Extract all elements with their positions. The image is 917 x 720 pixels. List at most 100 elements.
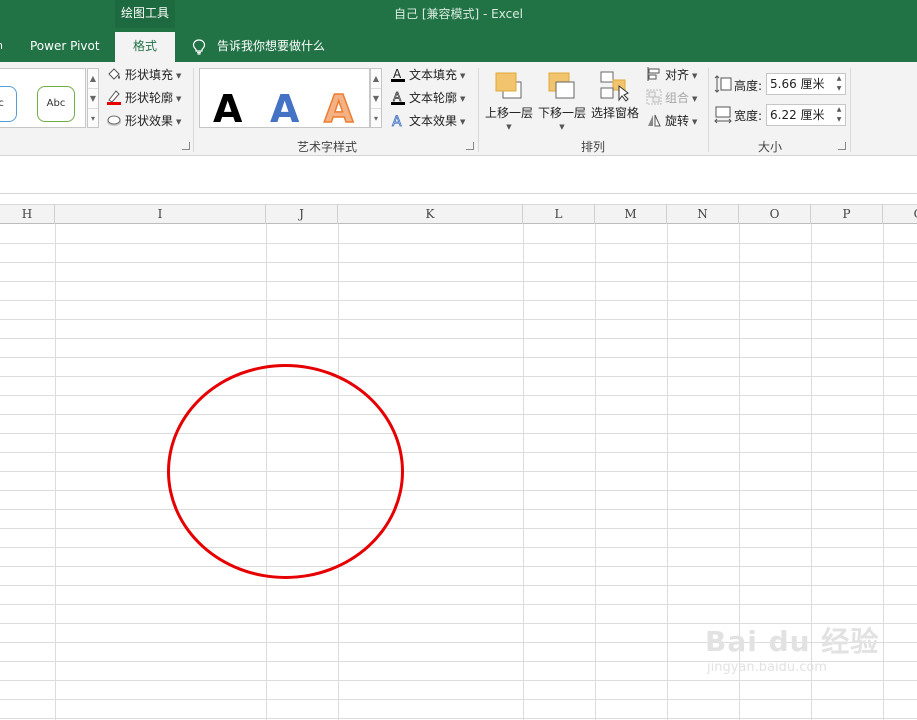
gallery-up-icon[interactable]: ▲	[371, 69, 381, 89]
row-gridline	[0, 680, 917, 681]
group-label: 组合	[665, 91, 690, 105]
selection-pane-button[interactable]: 选择窗格	[590, 70, 640, 121]
shape-style-sample-green[interactable]: Abc	[37, 86, 75, 122]
selection-pane-icon	[599, 70, 631, 102]
text-outline-icon: A	[390, 89, 406, 105]
row-gridline	[0, 452, 917, 453]
width-input[interactable]: 6.22 厘米 ▲ ▼	[766, 104, 846, 126]
send-backward-button[interactable]: 下移一层 ▼	[537, 70, 587, 131]
dropdown-arrow-icon: ▼	[692, 95, 698, 103]
column-header-j[interactable]: J	[266, 205, 338, 224]
dropdown-arrow-icon: ▼	[176, 118, 182, 126]
height-input[interactable]: 5.66 厘米 ▲ ▼	[766, 73, 846, 95]
width-label: 宽度:	[734, 109, 763, 123]
column-gridline	[667, 224, 668, 720]
text-fill-button[interactable]: A 文本填充 ▼	[390, 65, 465, 85]
shape-style-sample-blue[interactable]: bc	[0, 86, 17, 122]
shape-fill-button[interactable]: 形状填充 ▼	[106, 65, 181, 85]
column-header-m[interactable]: M	[595, 205, 667, 224]
ribbon-tab-row: h Power Pivot 格式 告诉我你想要做什么	[0, 32, 917, 62]
arrange-group-label: 排列	[580, 140, 605, 154]
gallery-more-icon[interactable]: ▾	[88, 109, 98, 129]
column-gridline	[523, 224, 524, 720]
text-outline-button[interactable]: A 文本轮廓 ▼	[390, 88, 465, 108]
bring-forward-button[interactable]: 上移一层 ▼	[484, 70, 534, 131]
row-gridline	[0, 718, 917, 719]
group-separator	[850, 68, 851, 152]
row-gridline	[0, 471, 917, 472]
group-separator	[478, 68, 479, 152]
width-spinner[interactable]: ▲ ▼	[833, 105, 845, 125]
align-button[interactable]: 对齐 ▼	[646, 65, 697, 85]
width-value: 6.22 厘米	[770, 108, 825, 122]
text-effects-label: 文本效果	[409, 114, 458, 128]
column-header-k[interactable]: K	[338, 205, 523, 224]
shape-styles-gallery[interactable]: bc Abc	[0, 68, 86, 128]
dropdown-arrow-icon: ▼	[176, 95, 182, 103]
send-backward-label: 下移一层	[537, 106, 586, 120]
shape-styles-dialog-launcher-icon[interactable]	[182, 142, 190, 150]
column-header-o[interactable]: O	[739, 205, 811, 224]
column-header-n[interactable]: N	[667, 205, 739, 224]
rotate-icon	[646, 112, 662, 128]
size-dialog-launcher-icon[interactable]	[838, 142, 846, 150]
dropdown-arrow-icon: ▼	[176, 72, 182, 80]
column-gridline	[595, 224, 596, 720]
gallery-more-icon[interactable]: ▾	[371, 109, 381, 129]
dropdown-arrow-icon: ▼	[460, 118, 466, 126]
window-title: 自己 [兼容模式] - Excel	[394, 7, 523, 21]
dropdown-arrow-icon: ▼	[559, 123, 565, 131]
rotate-button[interactable]: 旋转 ▼	[646, 111, 697, 131]
group-separator	[193, 68, 194, 152]
group-button[interactable]: 组合 ▼	[646, 88, 697, 108]
gallery-down-icon[interactable]: ▼	[88, 89, 98, 109]
lightbulb-icon	[192, 39, 206, 55]
tab-power-pivot[interactable]: Power Pivot	[30, 32, 100, 62]
column-gridline	[883, 224, 884, 720]
watermark-url: jingyan.baidu.com	[707, 660, 827, 675]
row-gridline	[0, 509, 917, 510]
tab-format[interactable]: 格式	[115, 32, 175, 62]
wordart-orange-sample[interactable]: A	[323, 86, 354, 132]
height-label: 高度:	[734, 79, 763, 93]
ribbon-format: bc Abc ▲ ▼ ▾ 形状填充▼ 形状轮廓▼ 形状效果▼ A A A ▲ ▼…	[0, 62, 917, 156]
tell-me-search[interactable]: 告诉我你想要做什么	[192, 32, 325, 62]
wordart-black-sample[interactable]: A	[213, 87, 242, 131]
svg-text:A: A	[393, 90, 402, 104]
pen-outline-icon	[106, 89, 122, 105]
wordart-gallery[interactable]: A A A	[199, 68, 370, 132]
shape-effects-label: 形状效果	[125, 114, 174, 128]
wordart-blue-sample[interactable]: A	[270, 87, 299, 131]
formula-bar[interactable]	[0, 156, 917, 194]
group-objects-icon	[646, 89, 662, 105]
row-gridline	[0, 699, 917, 700]
text-outline-label: 文本轮廓	[409, 91, 458, 105]
send-backward-icon	[546, 70, 578, 102]
row-gridline	[0, 604, 917, 605]
column-header-q[interactable]: Q	[883, 205, 917, 224]
height-spinner[interactable]: ▲ ▼	[833, 74, 845, 94]
column-header-i[interactable]: I	[55, 205, 266, 224]
wordart-dialog-launcher-icon[interactable]	[466, 142, 474, 150]
shape-styles-gallery-scroll[interactable]: ▲ ▼ ▾	[87, 68, 99, 128]
shape-outline-button[interactable]: 形状轮廓 ▼	[106, 88, 181, 108]
selection-pane-label: 选择窗格	[590, 106, 639, 120]
bring-forward-label: 上移一层	[484, 106, 533, 120]
gallery-down-icon[interactable]: ▼	[371, 89, 381, 109]
tab-cutoff-left[interactable]: h	[0, 32, 6, 62]
column-header-row: H I J K L M N O P Q	[0, 204, 917, 224]
shape-effects-button[interactable]: 形状效果 ▼	[106, 111, 181, 131]
column-header-p[interactable]: P	[811, 205, 883, 224]
row-gridline	[0, 490, 917, 491]
gallery-up-icon[interactable]: ▲	[88, 69, 98, 89]
column-header-h[interactable]: H	[0, 205, 55, 224]
row-gridline	[0, 414, 917, 415]
wordart-gallery-scroll[interactable]: ▲ ▼ ▾	[370, 68, 382, 128]
wordart-styles-group-label: 艺术字样式	[296, 140, 357, 154]
column-header-l[interactable]: L	[523, 205, 595, 224]
row-gridline	[0, 262, 917, 263]
dropdown-arrow-icon: ▼	[692, 118, 698, 126]
ellipse-shape[interactable]	[167, 364, 404, 579]
text-effects-button[interactable]: A 文本效果 ▼	[390, 111, 466, 131]
title-bar: 绘图工具 自己 [兼容模式] - Excel	[0, 0, 917, 32]
